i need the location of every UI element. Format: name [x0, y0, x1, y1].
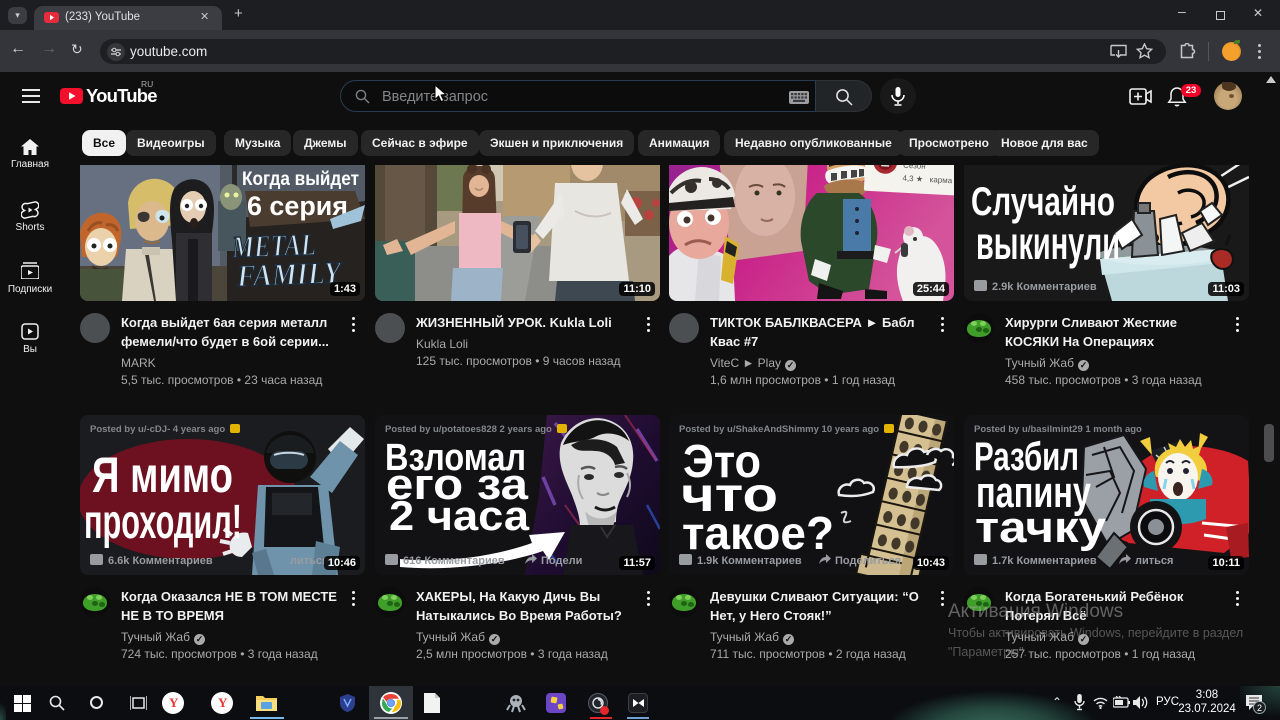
svg-text:2 часа: 2 часа: [389, 492, 530, 539]
svg-text:6 серия: 6 серия: [247, 191, 348, 221]
svg-text:Я мимо: Я мимо: [92, 447, 233, 503]
svg-text:проходил!: проходил!: [84, 496, 242, 549]
svg-text:FAMILY: FAMILY: [236, 255, 345, 294]
svg-text:выкинули: выкинули: [976, 217, 1120, 269]
svg-text:тачку: тачку: [975, 503, 1107, 552]
svg-text:такое?: такое?: [682, 507, 834, 559]
svg-text:Когда выйдет: Когда выйдет: [242, 168, 359, 190]
